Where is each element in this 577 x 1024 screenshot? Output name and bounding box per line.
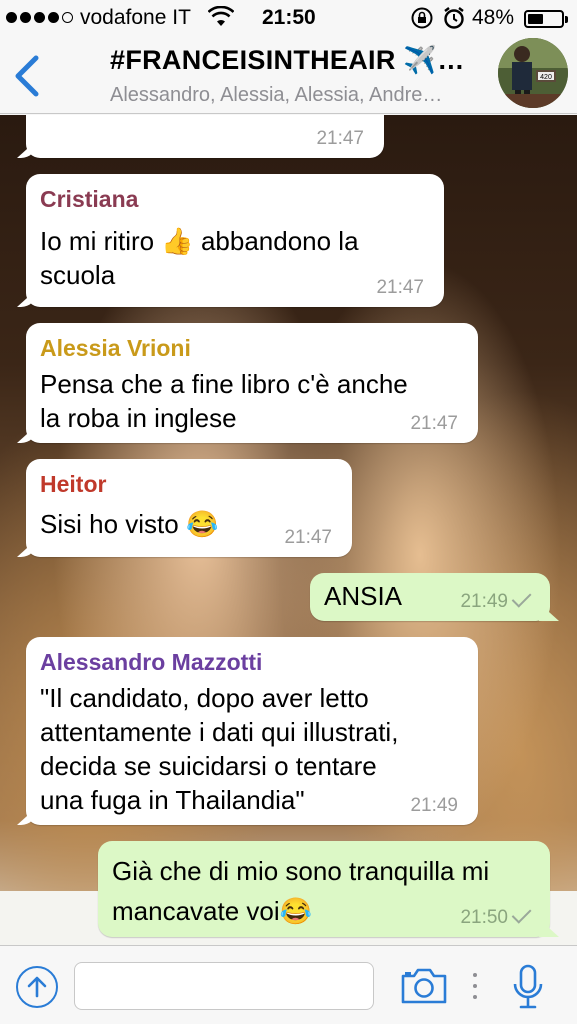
message-bubble-outgoing[interactable]: ANSIA 21:49 [310, 573, 550, 621]
chat-header: #FRANCEISINTHEAIR ✈️… Alessandro, Alessi… [0, 36, 577, 114]
message-line: "Il candidato, dopo aver letto [40, 683, 369, 713]
more-options-icon[interactable] [472, 970, 478, 1002]
message-sender[interactable]: Cristiana [40, 184, 430, 214]
delivered-check-icon [511, 587, 532, 608]
message-input[interactable] [74, 962, 374, 1010]
message-text: Io mi ritiro 👍 abbandono la scuola [40, 224, 430, 292]
microphone-icon[interactable] [512, 964, 544, 1010]
message-bubble[interactable]: 21:47 [26, 115, 384, 158]
message-time-value: 21:49 [460, 591, 508, 612]
message-line: Io mi ritiro 👍 abbandono la [40, 226, 359, 256]
message-line: scuola [40, 260, 116, 290]
message-time: 21:47 [316, 128, 364, 149]
message-line: Pensa che a fine libro c'è anche [40, 369, 408, 399]
message-sender[interactable]: Alessandro Mazzotti [40, 647, 464, 677]
message-bubble[interactable]: Alessandro Mazzotti "Il candidato, dopo … [26, 637, 478, 825]
message-sender[interactable]: Alessia Vrioni [40, 333, 464, 363]
message-line: una fuga in Thailandia" [40, 785, 305, 815]
avatar-badge: 420 [540, 74, 552, 81]
wifi-icon [207, 5, 235, 34]
message-line: attentamente i dati qui illustrati, [40, 717, 399, 747]
message-line: decida se suicidarsi o tentare [40, 751, 377, 781]
message-bubble[interactable]: Alessia Vrioni Pensa che a fine libro c'… [26, 323, 478, 443]
rotation-lock-icon [410, 6, 434, 36]
share-upload-icon[interactable] [16, 966, 58, 1008]
group-title[interactable]: #FRANCEISINTHEAIR ✈️… [110, 44, 500, 76]
group-participants[interactable]: Alessandro, Alessia, Alessia, Andre… [110, 84, 490, 107]
message-text: Pensa che a fine libro c'è anche la roba… [40, 367, 464, 435]
chat-area[interactable]: 21:47 Cristiana Io mi ritiro 👍 abbandono… [0, 115, 577, 945]
clock: 21:50 [262, 6, 316, 29]
alarm-icon [442, 6, 466, 36]
message-time: 21:50 [460, 903, 532, 929]
message-text: "Il candidato, dopo aver letto attentame… [40, 681, 464, 817]
message-input-bar [0, 945, 577, 1024]
status-bar: vodafone IT 21:50 48% [0, 0, 577, 36]
message-time-value: 21:50 [460, 907, 508, 928]
message-bubble[interactable]: Heitor Sisi ho visto 😂 21:47 [26, 459, 352, 557]
message-time: 21:47 [376, 277, 424, 298]
message-sender[interactable]: Heitor [40, 469, 338, 499]
message-time: 21:47 [410, 413, 458, 434]
carrier-name: vodafone IT [80, 6, 191, 29]
group-avatar[interactable]: 420 [498, 38, 568, 108]
message-time: 21:49 [410, 795, 458, 816]
delivered-check-icon [511, 903, 532, 924]
camera-icon[interactable] [400, 966, 448, 1006]
message-bubble-outgoing[interactable]: Già che di mio sono tranquilla mi mancav… [98, 841, 550, 937]
message-line: Già che di mio sono tranquilla mi [112, 856, 490, 886]
message-line: la roba in inglese [40, 403, 237, 433]
message-time: 21:49 [460, 587, 532, 613]
signal-strength-icon [6, 12, 73, 23]
back-chevron-icon[interactable] [10, 54, 44, 98]
message-time: 21:47 [284, 527, 332, 548]
message-bubble[interactable]: Cristiana Io mi ritiro 👍 abbandono la sc… [26, 174, 444, 307]
battery-percentage: 48% [472, 6, 515, 29]
battery-icon [524, 10, 568, 28]
